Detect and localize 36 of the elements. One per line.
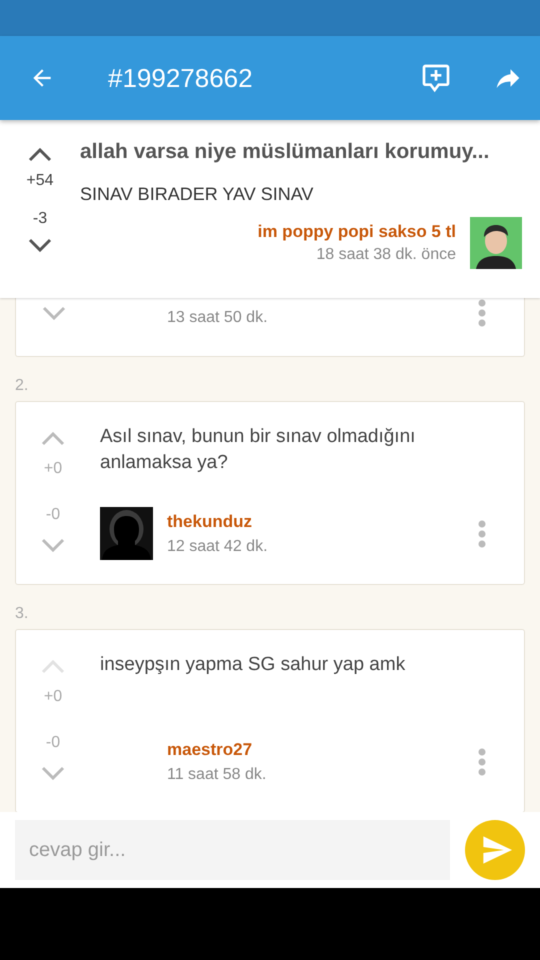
chevron-up-icon [40,658,66,674]
comment-text: inseypşın yapma SG sahur yap amk [100,653,406,677]
more-options-icon[interactable] [477,518,487,548]
author-link[interactable]: thekunduz [167,512,477,532]
upvote-count: +54 [26,172,54,190]
entry-id-title: #199278662 [108,62,253,94]
comment-time: 11 saat 58 dk. [167,766,268,784]
chevron-down-icon[interactable] [41,306,67,322]
downvote-count: -3 [32,210,48,228]
upvote-count: +0 [44,460,62,478]
more-options-icon[interactable] [477,746,487,776]
more-options-icon[interactable] [477,298,487,328]
reply-input[interactable]: cevap gir... [15,820,450,880]
upvote-count: +0 [44,688,62,706]
upvote-button[interactable] [27,146,53,162]
entry-time: 18 saat 38 dk. önce [316,246,456,264]
comment-time: 13 saat 50 dk. [167,309,268,327]
entry-title: allah varsa niye müslümanları korumuy... [80,140,490,164]
comment-plus-icon [420,62,452,94]
comment-text: Asıl sınav, bunun bir sınav olmadığını anlamaksa ya? [100,425,416,475]
entry-text: SINAV BIRADER YAV SINAV [80,184,314,205]
chevron-down-icon [27,238,53,254]
comment-number: 3. [15,605,30,623]
chevron-up-icon [40,430,66,446]
comment-time: 12 saat 42 dk. [167,538,269,556]
downvote-button[interactable] [27,238,53,254]
user-avatar[interactable] [470,217,522,269]
chevron-down-icon [40,538,66,554]
downvote-count: -0 [46,734,60,752]
add-comment-button[interactable] [420,62,452,94]
downvote-count: -0 [46,506,60,524]
chevron-up-icon [27,146,53,162]
chevron-down-icon [40,766,66,782]
author-link[interactable]: im poppy popi sakso 5 tl [258,222,456,242]
comment-number: 2. [15,377,30,395]
author-link[interactable]: maestro27 [167,740,477,760]
